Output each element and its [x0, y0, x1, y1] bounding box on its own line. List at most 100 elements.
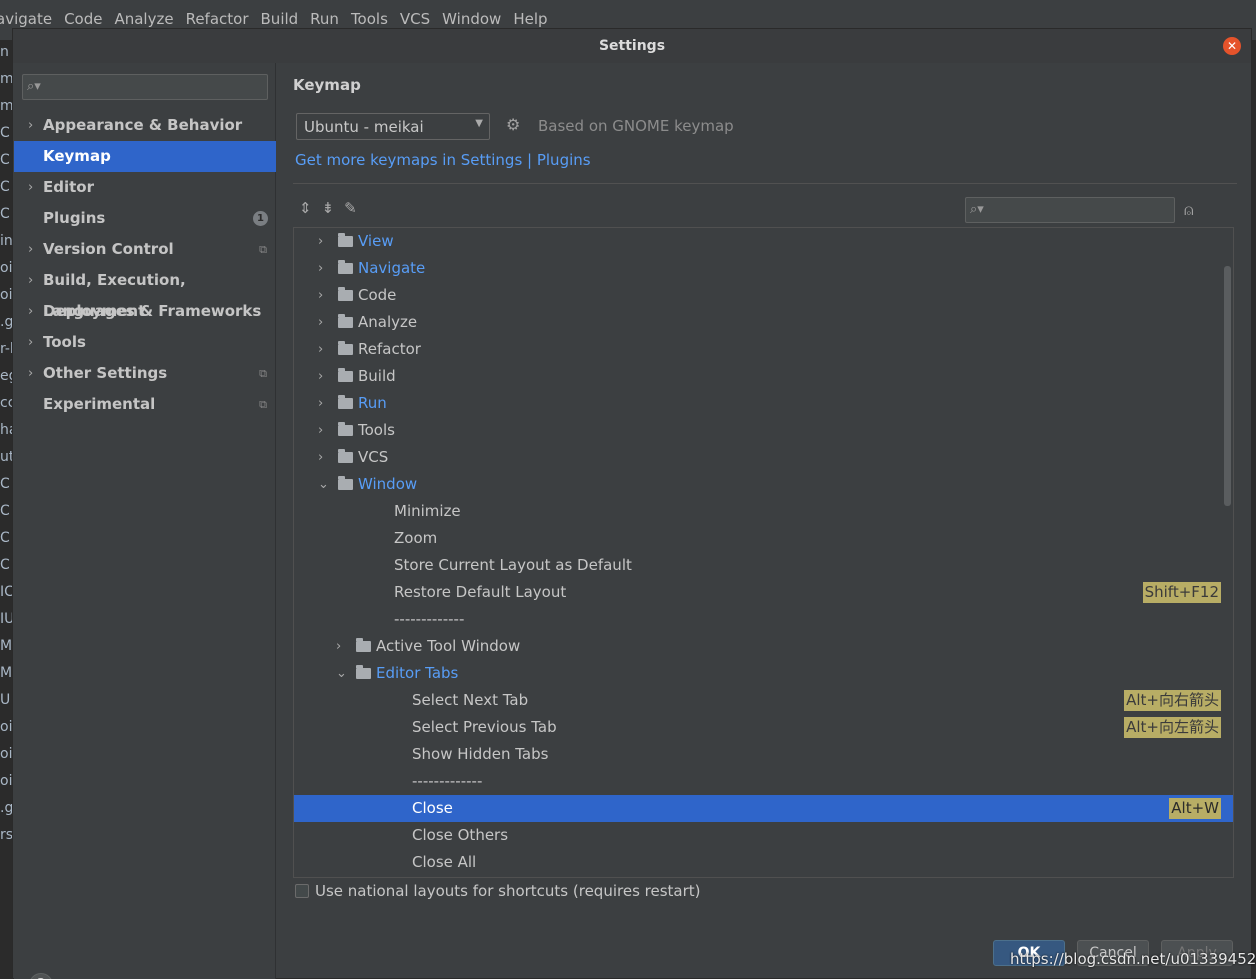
chevron-right-icon[interactable]: ›: [28, 234, 33, 265]
sidebar-item-version-control[interactable]: › Version Control ⧉: [14, 234, 276, 265]
chevron-right-icon[interactable]: ›: [28, 265, 33, 296]
tree-group-row[interactable]: › Build: [294, 363, 1233, 390]
tree-group-row[interactable]: ⌄ Editor Tabs: [294, 660, 1233, 687]
chevron-down-icon: ▼: [475, 118, 483, 129]
tree-action-row[interactable]: Close Alt+W: [294, 795, 1233, 822]
folder-icon: [338, 341, 353, 355]
sidebar-item-label: Languages & Frameworks: [43, 302, 262, 320]
chevron-right-icon[interactable]: ›: [318, 417, 323, 444]
tree-row-label: Window: [358, 475, 418, 493]
chevron-right-icon[interactable]: ›: [28, 296, 33, 327]
chevron-right-icon[interactable]: ›: [28, 110, 33, 141]
expand-all-icon[interactable]: ⇕: [299, 199, 312, 217]
national-layouts-checkbox[interactable]: [295, 884, 309, 898]
sidebar-item-appearance-behavior[interactable]: › Appearance & Behavior: [14, 110, 276, 141]
tree-action-row[interactable]: Show Hidden Tabs: [294, 741, 1233, 768]
shortcut-badge: Alt+向左箭头: [1124, 717, 1221, 738]
tree-action-row[interactable]: Minimize: [294, 498, 1233, 525]
tree-row-label: Active Tool Window: [376, 637, 521, 655]
ide-menu-item[interactable]: Window: [442, 10, 501, 28]
tree-group-row[interactable]: › Navigate: [294, 255, 1233, 282]
tree-action-row[interactable]: Select Next Tab Alt+向右箭头: [294, 687, 1233, 714]
chevron-down-icon[interactable]: ⌄: [336, 660, 347, 687]
tree-group-row[interactable]: › Active Tool Window: [294, 633, 1233, 660]
chevron-right-icon[interactable]: ›: [318, 363, 323, 390]
chevron-right-icon[interactable]: ›: [318, 282, 323, 309]
tree-action-row[interactable]: Restore Default Layout Shift+F12: [294, 579, 1233, 606]
ide-menu-item[interactable]: Refactor: [186, 10, 249, 28]
tree-action-row[interactable]: Select Previous Tab Alt+向左箭头: [294, 714, 1233, 741]
get-more-keymaps-link[interactable]: Get more keymaps in Settings | Plugins: [295, 151, 591, 169]
sidebar-item-keymap[interactable]: Keymap: [14, 141, 276, 172]
collapse-all-icon[interactable]: ⇟: [322, 199, 335, 217]
sidebar-item-editor[interactable]: › Editor: [14, 172, 276, 203]
chevron-right-icon[interactable]: ›: [28, 358, 33, 389]
sidebar-item-label: Version Control: [43, 240, 174, 258]
tree-action-row[interactable]: Close All: [294, 849, 1233, 876]
tree-row-label: -------------: [412, 772, 483, 790]
ide-menu-item[interactable]: Build: [261, 10, 299, 28]
sidebar-item-plugins[interactable]: Plugins 1: [14, 203, 276, 234]
close-icon[interactable]: ✕: [1223, 37, 1241, 55]
keymap-dropdown[interactable]: Ubuntu - meikai ▼: [296, 113, 490, 140]
editor-text-fragment: M: [0, 665, 13, 681]
ide-menu-item[interactable]: Run: [310, 10, 339, 28]
ide-menu-item[interactable]: Code: [64, 10, 102, 28]
sidebar-item-experimental[interactable]: Experimental ⧉: [14, 389, 276, 420]
tree-group-row[interactable]: › Run: [294, 390, 1233, 417]
folder-icon: [338, 395, 353, 409]
tree-row-label: Close All: [412, 853, 477, 871]
editor-text-fragment: M: [0, 638, 13, 654]
chevron-right-icon[interactable]: ›: [318, 444, 323, 471]
search-icon: ⌕▾: [27, 79, 41, 94]
sidebar-item-other-settings[interactable]: › Other Settings ⧉: [14, 358, 276, 389]
ide-menu-item[interactable]: Help: [513, 10, 547, 28]
sidebar-item-tools[interactable]: › Tools: [14, 327, 276, 358]
tree-toolbar: ⇕ ⇟ ✎: [299, 199, 357, 217]
dialog-title: Settings: [598, 38, 666, 54]
tree-group-row[interactable]: › VCS: [294, 444, 1233, 471]
editor-text-fragment: in: [0, 233, 13, 249]
editor-text-fragment: oi: [0, 719, 13, 735]
sidebar-item-languages-frameworks[interactable]: › Languages & Frameworks: [14, 296, 276, 327]
folder-icon: [356, 638, 371, 652]
tree-group-row[interactable]: › Analyze: [294, 309, 1233, 336]
tree-row-label: Minimize: [394, 502, 461, 520]
tree-group-row[interactable]: › Tools: [294, 417, 1233, 444]
chevron-down-icon[interactable]: ⌄: [318, 471, 329, 498]
chevron-right-icon[interactable]: ›: [28, 172, 33, 203]
tree-group-row[interactable]: ⌄ Window: [294, 471, 1233, 498]
tree-action-row[interactable]: Zoom: [294, 525, 1233, 552]
national-layouts-option[interactable]: Use national layouts for shortcuts (requ…: [295, 882, 701, 900]
sidebar-item-label: Appearance & Behavior: [43, 116, 243, 134]
gear-icon[interactable]: ⚙: [506, 115, 520, 134]
tree-row-label: Select Previous Tab: [412, 718, 557, 736]
ide-menu-item[interactable]: VCS: [400, 10, 430, 28]
chevron-right-icon[interactable]: ›: [318, 255, 323, 282]
find-by-shortcut-icon[interactable]: ⍝: [1184, 200, 1194, 220]
tree-group-row[interactable]: › Code: [294, 282, 1233, 309]
tree-action-row[interactable]: -------------: [294, 606, 1233, 633]
ide-menu-item[interactable]: avigate: [0, 10, 52, 28]
chevron-right-icon[interactable]: ›: [318, 309, 323, 336]
action-search-input[interactable]: ⌕▾: [965, 197, 1175, 223]
ide-menu-item[interactable]: Analyze: [114, 10, 173, 28]
chevron-right-icon[interactable]: ›: [318, 228, 323, 255]
chevron-right-icon[interactable]: ›: [318, 336, 323, 363]
tree-action-row[interactable]: Store Current Layout as Default: [294, 552, 1233, 579]
settings-search-input[interactable]: ⌕▾: [22, 74, 268, 100]
tree-group-row[interactable]: › Refactor: [294, 336, 1233, 363]
tree-action-row[interactable]: Close Others: [294, 822, 1233, 849]
sidebar-item-build-execution-deployment[interactable]: › Build, Execution, Deployment: [14, 265, 276, 320]
chevron-right-icon[interactable]: ›: [336, 633, 341, 660]
folder-icon: [356, 665, 371, 679]
ide-menu-item[interactable]: Tools: [351, 10, 388, 28]
chevron-right-icon[interactable]: ›: [28, 327, 33, 358]
chevron-right-icon[interactable]: ›: [318, 390, 323, 417]
edit-icon[interactable]: ✎: [344, 199, 357, 217]
project-level-icon: ⧉: [259, 398, 267, 411]
editor-text-fragment: oi: [0, 260, 13, 276]
tree-action-row[interactable]: -------------: [294, 768, 1233, 795]
help-button[interactable]: ?: [29, 973, 53, 979]
tree-group-row[interactable]: › View: [294, 228, 1233, 255]
